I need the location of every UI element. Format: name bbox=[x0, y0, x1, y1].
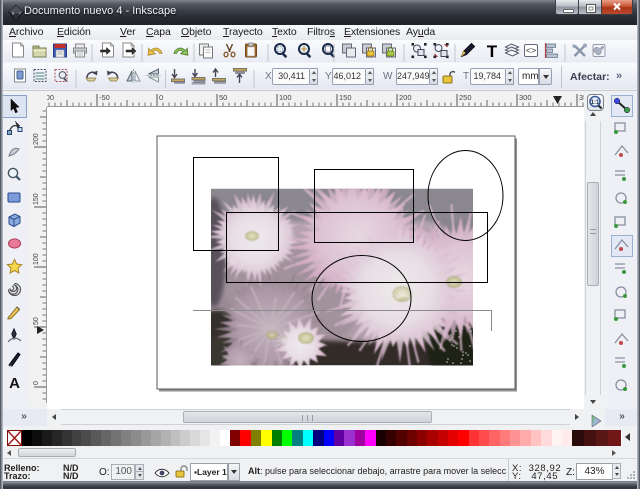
svg-text:200: 200 bbox=[399, 93, 412, 102]
svg-text:A: A bbox=[9, 375, 20, 392]
svg-text:50: 50 bbox=[219, 93, 227, 102]
svg-text:250: 250 bbox=[459, 93, 472, 102]
svg-text:0: 0 bbox=[33, 381, 40, 385]
svg-text:50: 50 bbox=[33, 317, 40, 325]
svg-text:0: 0 bbox=[159, 93, 163, 102]
svg-text:-50: -50 bbox=[99, 93, 110, 102]
svg-text:100: 100 bbox=[279, 93, 292, 102]
svg-text:1:1: 1:1 bbox=[591, 100, 600, 106]
svg-text:T: T bbox=[487, 42, 498, 61]
svg-text:-100: -100 bbox=[47, 93, 54, 102]
svg-text:300: 300 bbox=[519, 93, 532, 102]
svg-text:350: 350 bbox=[579, 93, 584, 102]
svg-text:150: 150 bbox=[339, 93, 352, 102]
svg-text:200: 200 bbox=[33, 133, 40, 145]
svg-text:100: 100 bbox=[33, 253, 40, 265]
svg-text:<>: <> bbox=[526, 46, 537, 56]
svg-text:150: 150 bbox=[33, 193, 40, 205]
